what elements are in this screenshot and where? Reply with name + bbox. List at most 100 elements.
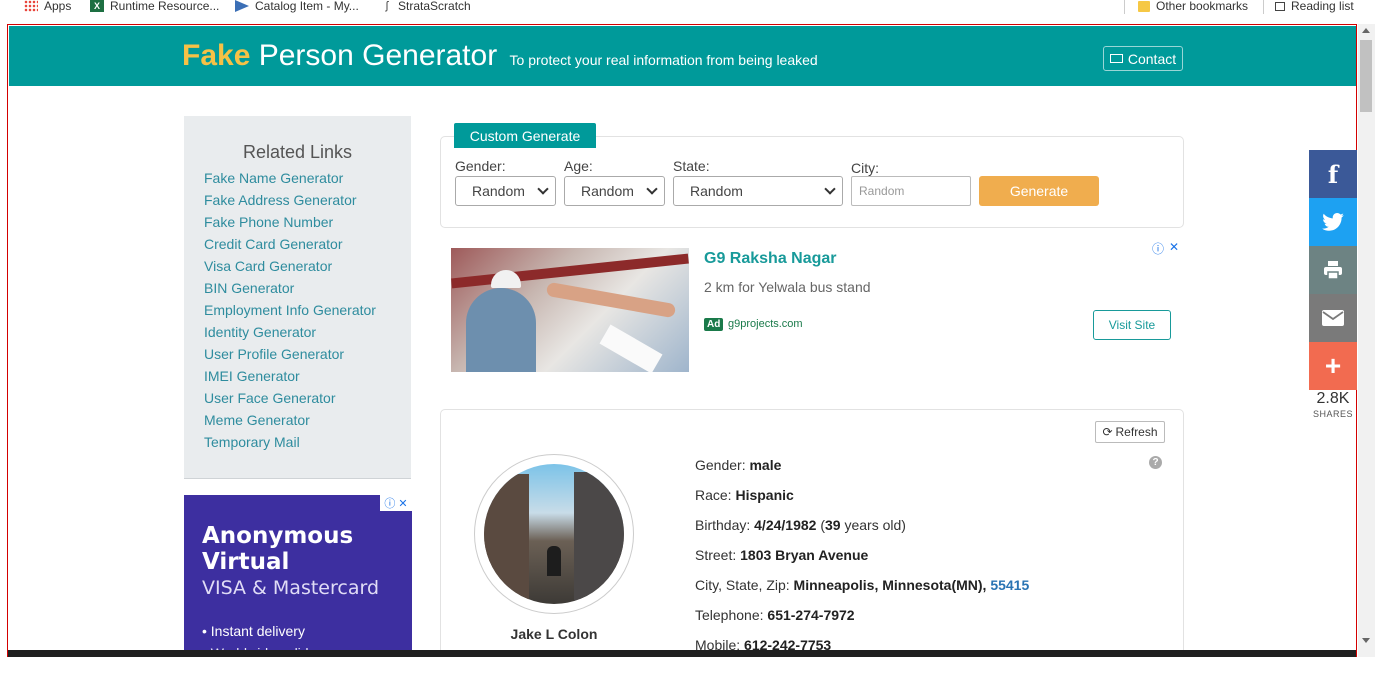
link-user-face-generator[interactable]: User Face Generator [204, 390, 376, 412]
city-input[interactable]: Random [851, 176, 971, 206]
sidebar-ad-line1: Anonymous [202, 523, 354, 549]
other-bookmarks-label: Other bookmarks [1156, 0, 1249, 13]
ad-domain[interactable]: g9projects.com [728, 318, 803, 330]
link-fake-phone-number[interactable]: Fake Phone Number [204, 214, 376, 236]
city-state-zip-row: City, State, Zip: Minneapolis, Minnesota… [695, 577, 1029, 593]
ad-title[interactable]: G9 Raksha Nagar [704, 250, 837, 268]
state-label: State: [673, 158, 710, 174]
race-value: Hispanic [735, 487, 794, 503]
link-visa-card-generator[interactable]: Visa Card Generator [204, 258, 376, 280]
city-placeholder: Random [859, 184, 905, 198]
gender-value: Random [472, 183, 525, 199]
city-label: City: [851, 160, 879, 176]
help-icon[interactable]: ? [1149, 456, 1162, 469]
generate-button[interactable]: Generate [979, 176, 1099, 206]
age-select[interactable]: Random [564, 176, 665, 206]
city-state-value: Minneapolis, Minnesota(MN), [793, 577, 991, 593]
stratascratch-icon: ʃ [385, 0, 389, 12]
sidebar-ad-headline: Anonymous Virtual [202, 523, 353, 575]
related-links-panel: Related Links Fake Name Generator Fake A… [184, 116, 411, 478]
share-facebook-button[interactable]: f [1309, 150, 1357, 198]
site-header: Fake Person Generator To protect your re… [9, 26, 1356, 86]
info-icon[interactable]: ⓘ [1152, 240, 1164, 257]
scrollbar-thumb[interactable] [1360, 40, 1372, 112]
divider [1124, 0, 1125, 14]
related-links-list: Fake Name Generator Fake Address Generat… [204, 170, 376, 456]
link-employment-info-generator[interactable]: Employment Info Generator [204, 302, 376, 324]
avatar-building-right [574, 472, 624, 604]
share-count: 2.8K [1316, 390, 1350, 407]
other-bookmarks[interactable]: Other bookmarks [1138, 0, 1248, 13]
gender-key: Gender: [695, 457, 750, 473]
link-bin-generator[interactable]: BIN Generator [204, 280, 376, 302]
link-fake-address-generator[interactable]: Fake Address Generator [204, 192, 376, 214]
city-state-zip-key: City, State, Zip: [695, 577, 794, 593]
custom-generate-tab[interactable]: Custom Generate [454, 123, 596, 148]
state-value: Random [690, 183, 743, 199]
close-icon[interactable]: ✕ [1169, 240, 1179, 257]
ad-choices[interactable]: ⓘ ✕ [1152, 240, 1179, 257]
birthday-value: 4/24/1982 [754, 517, 817, 533]
site-logo[interactable]: Fake Person Generator To protect your re… [182, 39, 818, 73]
ad-image-handshake [545, 281, 677, 319]
avatar-building-left [484, 474, 529, 604]
bookmark-catalog-item[interactable]: Catalog Item - My... [235, 0, 359, 13]
scrollbar[interactable] [1358, 24, 1375, 657]
bookmarks-bar: Apps X Runtime Resource... Catalog Item … [0, 0, 1382, 14]
divider [1263, 0, 1264, 14]
info-icon: ⓘ [384, 498, 396, 510]
link-imei-generator[interactable]: IMEI Generator [204, 368, 376, 390]
contact-button[interactable]: Contact [1103, 46, 1183, 71]
bookmark-stratascratch[interactable]: ʃ StrataScratch [382, 0, 471, 13]
chevron-down-icon [646, 183, 658, 195]
link-credit-card-generator[interactable]: Credit Card Generator [204, 236, 376, 258]
state-select[interactable]: Random [673, 176, 843, 206]
share-twitter-button[interactable] [1309, 198, 1357, 246]
refresh-button[interactable]: ⟳ Refresh [1095, 421, 1165, 443]
telephone-key: Telephone: [695, 607, 768, 623]
person-name: Jake L Colon [510, 626, 598, 642]
envelope-icon [1109, 54, 1123, 63]
plus-icon: + [1324, 350, 1342, 381]
link-fake-name-generator[interactable]: Fake Name Generator [204, 170, 376, 192]
reading-list-label: Reading list [1291, 0, 1354, 13]
facebook-icon: f [1327, 159, 1339, 189]
link-identity-generator[interactable]: Identity Generator [204, 324, 376, 346]
bookmark-label: Runtime Resource... [110, 0, 220, 13]
bookmark-label: StrataScratch [398, 0, 471, 13]
bookmark-apps[interactable]: Apps [24, 0, 71, 13]
gender-select[interactable]: Random [455, 176, 556, 206]
bookmark-runtime-resource[interactable]: X Runtime Resource... [90, 0, 219, 13]
ad-image-beam [451, 253, 689, 289]
email-icon [1322, 310, 1344, 326]
scroll-up-arrow-icon[interactable] [1362, 28, 1370, 33]
link-meme-generator[interactable]: Meme Generator [204, 412, 376, 434]
ad-image[interactable] [451, 248, 689, 372]
avatar [484, 464, 624, 604]
race-key: Race: [695, 487, 736, 503]
servicenow-icon [235, 0, 249, 12]
telephone-row: Telephone: 651-274-7972 [695, 607, 855, 623]
visit-site-button[interactable]: Visit Site [1093, 310, 1171, 340]
sidebar-ad-line2: Virtual [202, 549, 290, 575]
link-user-profile-generator[interactable]: User Profile Generator [204, 346, 376, 368]
share-print-button[interactable] [1309, 246, 1357, 294]
link-temporary-mail[interactable]: Temporary Mail [204, 434, 376, 456]
reading-list[interactable]: Reading list [1275, 0, 1354, 13]
chevron-down-icon [537, 183, 549, 195]
zip-link[interactable]: 55415 [990, 577, 1029, 593]
ad-choices[interactable]: ⓘ ✕ [380, 495, 412, 511]
sidebar-ad-subtitle: VISA & Mastercard [202, 577, 380, 599]
display-ad[interactable]: G9 Raksha Nagar 2 km for Yelwala bus sta… [440, 238, 1184, 386]
sidebar-ad[interactable]: ⓘ ✕ Anonymous Virtual VISA & Mastercard … [184, 495, 412, 656]
related-links-title: Related Links [242, 142, 353, 162]
folder-icon [1138, 0, 1150, 12]
ad-image-person [466, 288, 536, 372]
ad-description: 2 km for Yelwala bus stand [704, 279, 871, 295]
share-email-button[interactable] [1309, 294, 1357, 342]
share-more-button[interactable]: + [1309, 342, 1357, 390]
logo-fake: Fake [182, 39, 251, 72]
close-icon[interactable]: ✕ [398, 497, 407, 510]
taskbar-strip [8, 650, 1356, 657]
scroll-down-arrow-icon[interactable] [1362, 638, 1370, 643]
